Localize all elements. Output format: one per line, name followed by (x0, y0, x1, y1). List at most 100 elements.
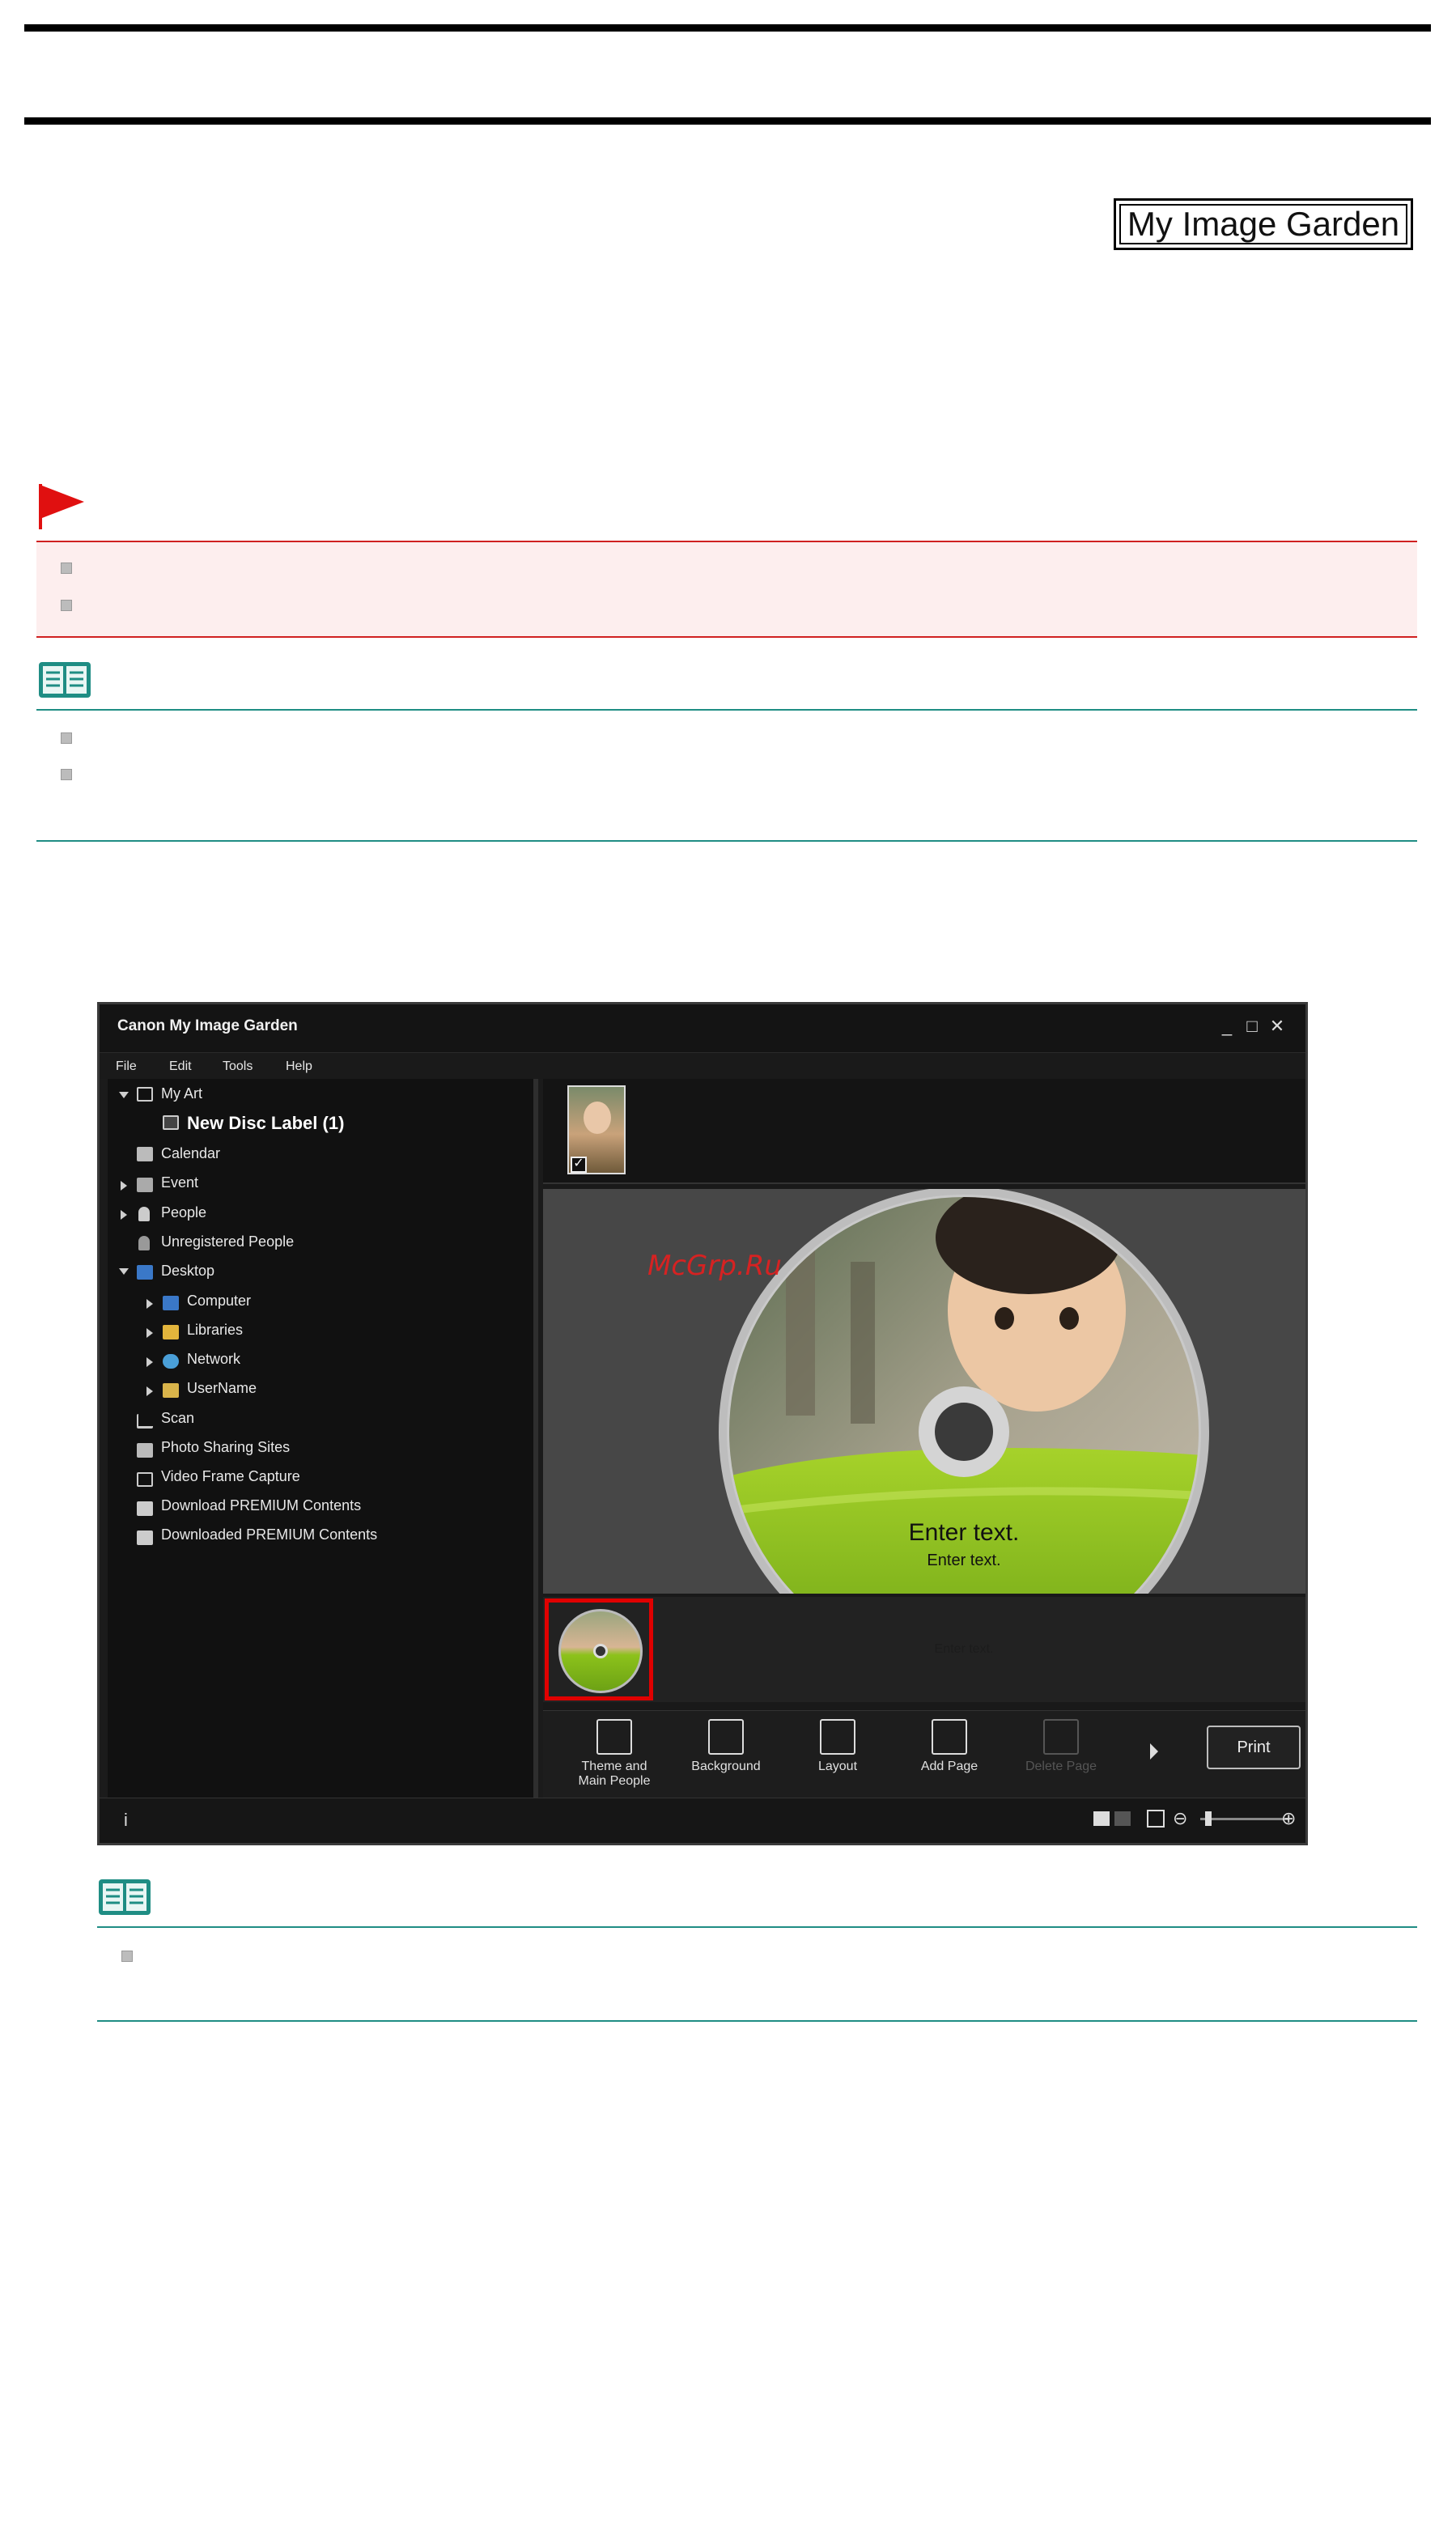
background-label: Background (691, 1760, 761, 1773)
expand-arrow-icon[interactable] (121, 1181, 127, 1191)
bottom-toolbar: Theme and Main People Background Layout … (543, 1710, 1305, 1798)
close-icon[interactable]: ✕ (1268, 1016, 1286, 1037)
status-bar: i ⊖ ⊕ (100, 1798, 1305, 1843)
layout-icon (820, 1719, 855, 1755)
sidebar-item-event[interactable]: Event (161, 1174, 198, 1191)
minimize-icon[interactable]: _ (1218, 1016, 1236, 1037)
info-icon[interactable]: i (124, 1810, 128, 1831)
selected-page-frame[interactable] (545, 1598, 653, 1700)
sidebar-item-photo-sharing-sites[interactable]: Photo Sharing Sites (161, 1439, 290, 1456)
bullet-icon (61, 600, 72, 611)
page-thumbnail-disc (558, 1609, 643, 1693)
theme-people-icon (596, 1719, 632, 1755)
background-button[interactable]: Background (677, 1719, 775, 1774)
main-area: ✓ Enter text. Enter text. Enter text. Th… (543, 1079, 1305, 1798)
menu-help[interactable]: Help (286, 1059, 312, 1074)
print-button[interactable]: Print (1207, 1726, 1301, 1769)
scan-icon (137, 1414, 153, 1429)
video-frame-icon (137, 1472, 153, 1487)
sidebar-item-network[interactable]: Network (187, 1351, 240, 1368)
add-page-icon (932, 1719, 967, 1755)
bullet-icon (61, 732, 72, 744)
event-icon (137, 1178, 153, 1192)
background-icon (708, 1719, 744, 1755)
delete-page-label: Delete Page (1025, 1760, 1097, 1773)
maximize-icon[interactable]: □ (1243, 1016, 1261, 1037)
sidebar-item-desktop[interactable]: Desktop (161, 1263, 214, 1280)
sidebar-item-new-disc-label[interactable]: New Disc Label (1) (187, 1113, 344, 1134)
photo-strip: ✓ (543, 1079, 1305, 1184)
computer-icon (163, 1296, 179, 1310)
view-mode-alt-icon[interactable] (1114, 1811, 1131, 1826)
expand-arrow-icon[interactable] (146, 1357, 153, 1367)
fit-to-screen-icon[interactable] (1147, 1810, 1165, 1828)
disc-label-icon (163, 1115, 179, 1130)
view-mode-icon[interactable] (1093, 1811, 1110, 1826)
folder-icon (137, 1530, 153, 1545)
title-bar: Canon My Image Garden _ □ ✕ (100, 1004, 1305, 1053)
note-top-line (36, 709, 1417, 711)
checkbox-checked-icon[interactable]: ✓ (571, 1157, 587, 1173)
note-bottom-line (36, 840, 1417, 842)
more-tools-arrow-icon[interactable] (1150, 1743, 1158, 1760)
baby-face-shape (584, 1102, 611, 1134)
expand-arrow-icon[interactable] (146, 1299, 153, 1309)
my-image-garden-badge: My Image Garden (1114, 198, 1413, 250)
disc-text-small[interactable]: Enter text. (883, 1552, 1045, 1570)
window-title: Canon My Image Garden (117, 1017, 298, 1034)
delete-page-icon (1043, 1719, 1079, 1755)
photo-sharing-icon (137, 1443, 153, 1458)
expand-arrow-icon[interactable] (119, 1092, 129, 1098)
bullet-icon (121, 1951, 133, 1962)
calendar-icon (137, 1147, 153, 1161)
add-page-button[interactable]: Add Page (901, 1719, 998, 1774)
sidebar-tree: My Art New Disc Label (1) Calendar Event… (108, 1079, 538, 1798)
expand-arrow-icon[interactable] (119, 1268, 129, 1275)
sidebar-item-unregistered-people[interactable]: Unregistered People (161, 1233, 294, 1250)
user-folder-icon (163, 1383, 179, 1398)
menu-tools[interactable]: Tools (223, 1059, 253, 1074)
my-art-icon (137, 1087, 153, 1102)
expand-arrow-icon[interactable] (146, 1328, 153, 1338)
theme-and-main-people-button[interactable]: Theme and Main People (566, 1719, 663, 1789)
zoom-out-icon[interactable]: ⊖ (1173, 1808, 1187, 1829)
zoom-in-icon[interactable]: ⊕ (1281, 1808, 1296, 1829)
sidebar-item-username[interactable]: UserName (187, 1380, 257, 1397)
note-book-icon (37, 659, 92, 701)
sidebar-item-downloaded-premium[interactable]: Downloaded PREMIUM Contents (161, 1526, 377, 1543)
menu-bar: File Edit Tools Help (100, 1053, 1305, 1079)
note-top-line (97, 1926, 1417, 1928)
second-rule (24, 117, 1431, 125)
layout-button[interactable]: Layout (789, 1719, 886, 1774)
theme-label-line1: Theme and (581, 1760, 647, 1773)
libraries-icon (163, 1325, 179, 1339)
zoom-slider[interactable] (1200, 1811, 1289, 1826)
network-icon (163, 1354, 179, 1369)
sidebar-item-computer[interactable]: Computer (187, 1293, 251, 1310)
top-rule (24, 24, 1431, 32)
sidebar-item-download-premium[interactable]: Download PREMIUM Contents (161, 1497, 361, 1514)
zoom-slider-thumb[interactable] (1205, 1811, 1212, 1826)
bullet-icon (61, 769, 72, 780)
sidebar-item-calendar[interactable]: Calendar (161, 1145, 220, 1162)
sidebar-item-my-art[interactable]: My Art (161, 1085, 202, 1102)
disc-text-large[interactable]: Enter text. (883, 1519, 1045, 1547)
note-book-icon (97, 1876, 152, 1918)
disc-text-lower: Enter text. (934, 1642, 994, 1656)
important-box (36, 541, 1417, 638)
menu-edit[interactable]: Edit (169, 1059, 192, 1074)
menu-file[interactable]: File (116, 1059, 137, 1074)
unregistered-people-icon (138, 1236, 150, 1250)
expand-arrow-icon[interactable] (121, 1210, 127, 1220)
add-page-label: Add Page (920, 1760, 978, 1773)
important-flag-icon (39, 484, 87, 529)
sidebar-item-scan[interactable]: Scan (161, 1410, 194, 1427)
sidebar-item-people[interactable]: People (161, 1204, 206, 1221)
layout-label: Layout (817, 1760, 858, 1773)
bullet-icon (61, 563, 72, 574)
expand-arrow-icon[interactable] (146, 1386, 153, 1396)
sidebar-item-libraries[interactable]: Libraries (187, 1322, 243, 1339)
sidebar-item-video-frame-capture[interactable]: Video Frame Capture (161, 1468, 300, 1485)
delete-page-button[interactable]: Delete Page (1012, 1719, 1110, 1774)
photo-thumbnail[interactable]: ✓ (567, 1085, 626, 1174)
